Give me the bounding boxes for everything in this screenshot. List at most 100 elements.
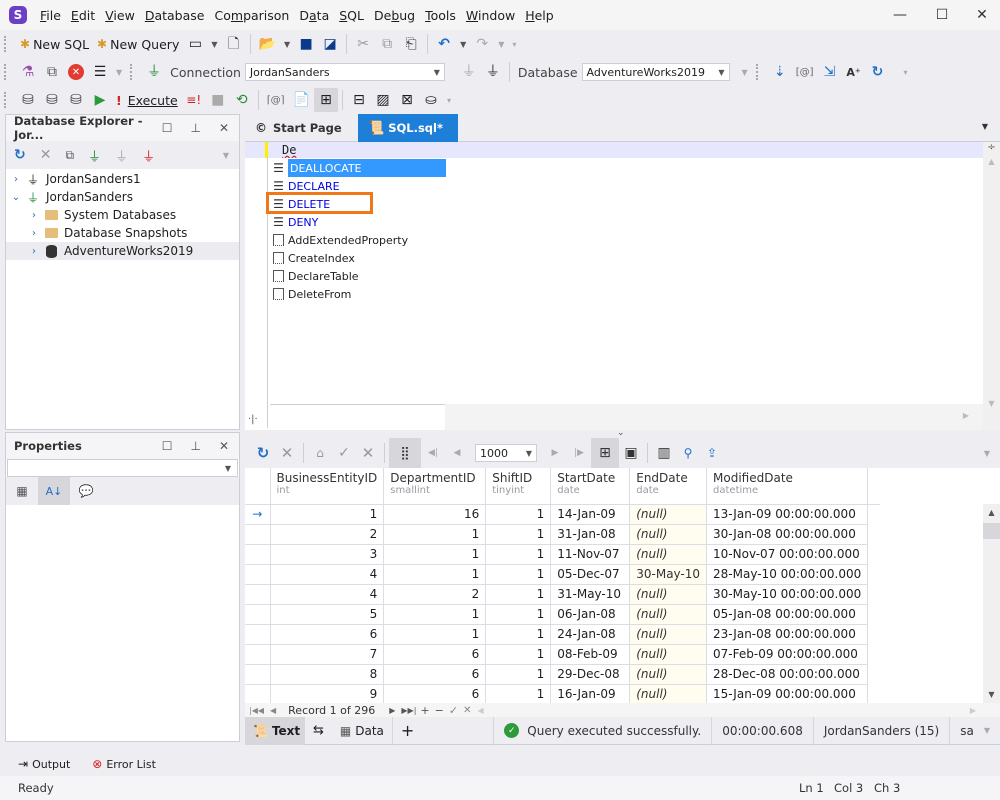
sort-alphabetical-icon[interactable]: A↓	[38, 477, 70, 505]
table-cell[interactable]: 1	[485, 504, 552, 525]
parameters-2-button[interactable]: ⌈@⌉	[263, 88, 289, 112]
chevron-right-icon[interactable]: ›	[10, 174, 22, 185]
table-cell[interactable]: 29-Dec-08	[550, 664, 631, 685]
scroll-thumb[interactable]	[983, 523, 1000, 539]
table-cell[interactable]: 6	[383, 664, 487, 685]
scroll-right-icon[interactable]: ▶	[970, 706, 976, 715]
split-icon[interactable]: ÷	[983, 142, 1000, 153]
tab-text-results[interactable]: 📜 Text	[245, 716, 305, 745]
toolbar-overflow[interactable]: ▾	[443, 96, 455, 105]
chart-button[interactable]: ▨	[371, 88, 395, 112]
redo-button[interactable]: ↷	[470, 32, 494, 56]
save-button[interactable]: ■	[294, 32, 318, 56]
row-indicator[interactable]	[245, 644, 271, 665]
first-page-button[interactable]: ◀|	[421, 441, 445, 465]
table-row[interactable]: 4 2 1 31-May-10 (null) 30-May-10 00:00:00.000	[245, 584, 880, 605]
table-cell[interactable]: 07-Feb-09 00:00:00.000	[706, 644, 869, 665]
comment-button[interactable]: ☰	[88, 60, 112, 84]
table-cell[interactable]: 1	[383, 564, 487, 585]
confirm-record-icon[interactable]: ✓	[449, 704, 458, 717]
table-cell[interactable]: 08-Feb-09	[550, 644, 631, 665]
table-row[interactable]: 8 6 1 29-Dec-08 (null) 28-Dec-08 00:00:00.000	[245, 664, 880, 685]
tree-item[interactable]: › AdventureWorks2019	[6, 242, 239, 260]
autocomplete-item[interactable]: DeleteFrom	[270, 285, 446, 303]
table-cell[interactable]: 7	[270, 644, 385, 665]
table-cell[interactable]: (null)	[629, 524, 708, 545]
new-connection-icon[interactable]: ⏚	[88, 146, 101, 165]
remove-record-icon[interactable]: −	[435, 704, 444, 717]
table-row[interactable]: 9 6 1 16-Jan-09 (null) 15-Jan-09 00:00:00.000	[245, 684, 880, 703]
refresh-button[interactable]: ↻	[866, 60, 890, 84]
tab-error-list[interactable]: ⊗ Error List	[92, 757, 156, 771]
save-all-button[interactable]: ◪	[318, 32, 342, 56]
cut-button[interactable]: ✂	[351, 32, 375, 56]
connection-combo[interactable]: JordanSanders ▼	[244, 63, 445, 81]
tab-data-results[interactable]: ▦ Data	[332, 717, 392, 745]
collapse-icon[interactable]: ⧉	[65, 148, 74, 163]
table-cell[interactable]: (null)	[629, 544, 708, 565]
chevron-right-icon[interactable]: ›	[28, 246, 40, 257]
toolbar-overflow[interactable]: ▼	[223, 151, 229, 160]
categorized-icon[interactable]: ▦	[6, 484, 38, 498]
table-cell[interactable]: (null)	[629, 624, 708, 645]
sql-editor[interactable]: De ☰ DEALLOCATE ☰ DECLARE ☰ DELETE ☰ DENY AddExt…	[245, 142, 1000, 430]
editor-text[interactable]: De	[282, 143, 296, 157]
property-pages-icon[interactable]: 💬	[70, 484, 102, 498]
db-action-3-button[interactable]: ⛁	[64, 88, 88, 112]
switch-view-button[interactable]: ⇆	[305, 717, 332, 745]
minimize-button[interactable]: —	[878, 0, 922, 30]
table-cell[interactable]: 11-Nov-07	[550, 544, 631, 565]
menu-edit[interactable]: Edit	[66, 8, 100, 23]
query-builder-button[interactable]: ⊟	[347, 88, 371, 112]
table-row[interactable]: 5 1 1 06-Jan-08 (null) 05-Jan-08 00:00:00.000	[245, 604, 880, 625]
table-cell[interactable]: 2	[270, 524, 385, 545]
table-cell[interactable]: 16-Jan-09	[550, 684, 631, 703]
table-cell[interactable]: 6	[270, 624, 385, 645]
toolbar-grip[interactable]	[755, 64, 764, 80]
toolbar-grip[interactable]	[130, 64, 138, 80]
table-cell[interactable]: 05-Dec-07	[550, 564, 631, 585]
table-cell[interactable]: 31-Jan-08	[550, 524, 631, 545]
column-header[interactable]: ShiftID tinyint	[485, 468, 552, 505]
autocomplete-item[interactable]: ☰ DENY	[270, 213, 446, 231]
last-page-button[interactable]: |▶	[567, 441, 591, 465]
table-cell[interactable]: 8	[270, 664, 385, 685]
column-header[interactable]: StartDate date	[550, 468, 631, 505]
tree-item[interactable]: › ⏚ JordanSanders1	[6, 170, 239, 188]
autocomplete-item[interactable]: AddExtendedProperty	[270, 231, 446, 249]
scroll-down-icon[interactable]: ▼	[983, 399, 1000, 408]
table-cell[interactable]: 1	[383, 544, 487, 565]
new-sql-button[interactable]: ✱ New SQL	[16, 32, 93, 56]
table-cell[interactable]: 1	[383, 624, 487, 645]
menu-data[interactable]: Data	[294, 8, 334, 23]
table-cell[interactable]: 14-Jan-09	[550, 504, 631, 525]
table-row[interactable]: 7 6 1 08-Feb-09 (null) 07-Feb-09 00:00:00.000	[245, 644, 880, 665]
menu-comparison[interactable]: Comparison	[209, 8, 294, 23]
tab-sql-file[interactable]: 📜 SQL.sql*	[358, 114, 458, 142]
float-window-icon[interactable]: ☐	[162, 439, 173, 453]
prev-record-icon[interactable]: ◀	[270, 706, 276, 715]
new-document-button[interactable]: ▭	[183, 32, 207, 56]
next-page-button[interactable]: ▶	[543, 441, 567, 465]
table-cell[interactable]: 13-Jan-09 00:00:00.000	[706, 504, 869, 525]
scroll-down-icon[interactable]: ▼	[983, 690, 1000, 699]
table-cell[interactable]: 1	[485, 604, 552, 625]
tab-list-dropdown[interactable]: ▼	[982, 122, 988, 131]
case-button[interactable]: A⁺	[842, 60, 866, 84]
table-cell[interactable]: 1	[383, 524, 487, 545]
table-cell[interactable]: 5	[270, 604, 385, 625]
menu-file[interactable]: File	[35, 8, 66, 23]
properties-object-selector[interactable]: ▼	[7, 459, 238, 477]
connect-button[interactable]: ⏚	[457, 60, 481, 84]
toolbar-grip[interactable]	[4, 92, 12, 108]
tree-item[interactable]: ⌄ ⏚ JordanSanders	[6, 188, 239, 206]
close-window-button[interactable]: ✕	[960, 0, 1000, 30]
user-dropdown[interactable]: sa ▼	[949, 716, 1000, 745]
tab-output[interactable]: ⇥ Output	[18, 757, 70, 771]
export-text-button[interactable]: 📄	[289, 88, 314, 112]
table-cell[interactable]: 16	[383, 504, 487, 525]
table-cell[interactable]: 10-Nov-07 00:00:00.000	[706, 544, 869, 565]
close-panel-icon[interactable]: ✕	[219, 439, 229, 453]
menu-debug[interactable]: Debug	[369, 8, 420, 23]
autocomplete-item[interactable]: ☰ DEALLOCATE	[270, 159, 446, 177]
